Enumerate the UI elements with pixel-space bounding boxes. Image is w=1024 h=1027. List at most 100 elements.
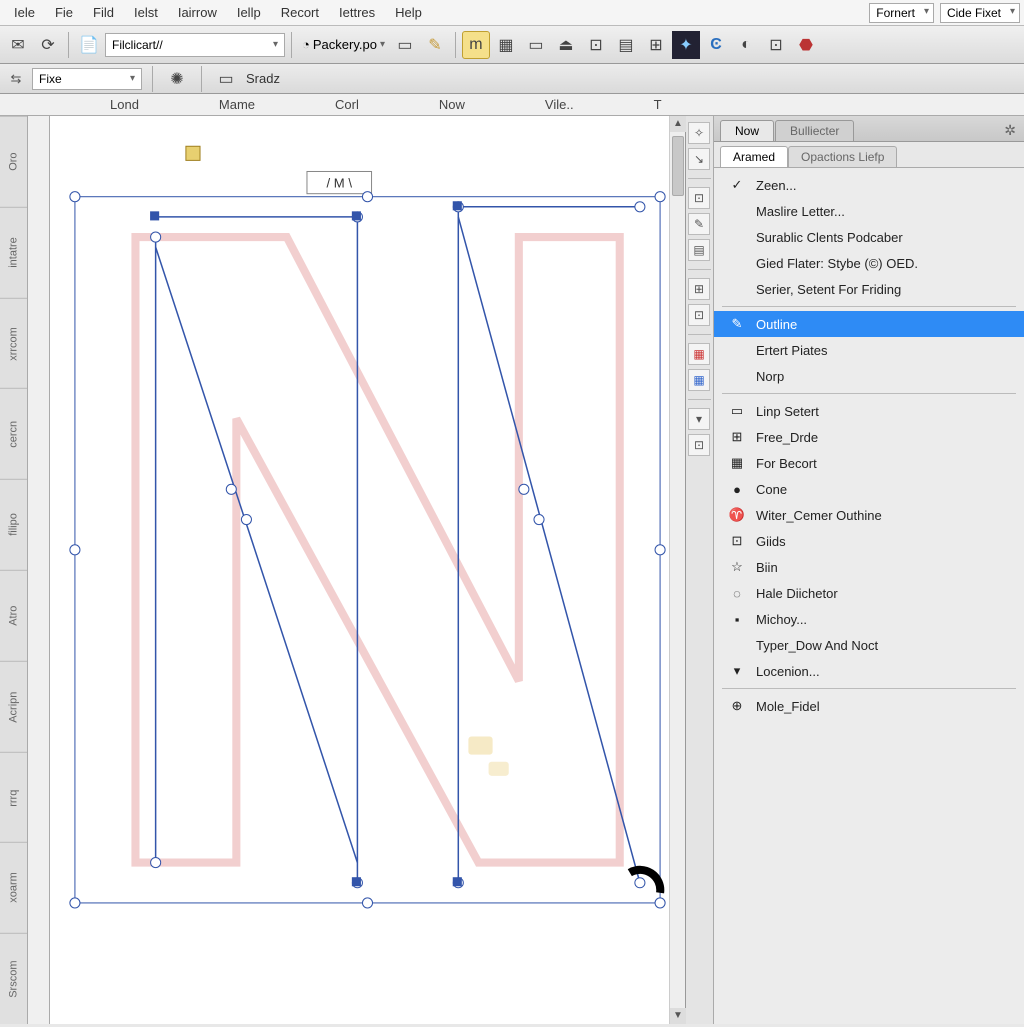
dark-icon[interactable]: ✦ bbox=[672, 31, 700, 59]
menu-item[interactable]: Iettres bbox=[329, 2, 385, 23]
menu-item[interactable]: Iellp bbox=[227, 2, 271, 23]
refresh-icon[interactable]: ⟳ bbox=[34, 31, 62, 59]
menu-item-label: Typer_Dow And Noct bbox=[756, 638, 1014, 653]
dock-icon[interactable]: ✧ bbox=[688, 122, 710, 144]
dock-icon[interactable]: ▦ bbox=[688, 369, 710, 391]
menu-item[interactable]: Gied Flater: Stybe (©) OED. bbox=[714, 250, 1024, 276]
menu-item[interactable]: ▪Michoy... bbox=[714, 606, 1024, 632]
icon-c[interactable]: ⊡ bbox=[762, 31, 790, 59]
menu-item-icon: ● bbox=[728, 482, 746, 497]
scroll-thumb[interactable] bbox=[672, 136, 684, 196]
menu-item[interactable]: ♈Witer_Cemer Outhine bbox=[714, 502, 1024, 528]
mode-combo[interactable]: Cide Fixet bbox=[940, 3, 1020, 23]
swap-icon[interactable]: ⇆ bbox=[6, 71, 26, 87]
dock-icon[interactable]: ↘ bbox=[688, 148, 710, 170]
menu-item[interactable]: Fie bbox=[45, 2, 83, 23]
menu-item[interactable]: ▦For Becort bbox=[714, 450, 1024, 476]
scroll-up-icon[interactable]: ▲ bbox=[670, 116, 686, 132]
drawing-canvas[interactable]: / M \ bbox=[50, 116, 685, 1024]
format-combo[interactable]: Fornert bbox=[869, 3, 934, 23]
dock-icon[interactable]: ▤ bbox=[688, 239, 710, 261]
fixe-combo[interactable]: Fixe bbox=[32, 68, 142, 90]
vtab[interactable]: xrrcom bbox=[0, 298, 27, 389]
vtab[interactable]: rrrq bbox=[0, 752, 27, 843]
panel-menu-icon[interactable]: ✲ bbox=[1002, 120, 1018, 141]
document-icon[interactable]: 📄 bbox=[75, 31, 103, 59]
icon-a[interactable]: ▤ bbox=[612, 31, 640, 59]
vtab[interactable]: intatre bbox=[0, 207, 27, 298]
menu-item[interactable]: ●Cone bbox=[714, 476, 1024, 502]
left-tab-strip: Oro intatre xrrcom cercn filipo Atro Acr… bbox=[0, 116, 28, 1024]
menu-item[interactable]: ⊕Mole_Fidel bbox=[714, 693, 1024, 719]
menu-item[interactable]: ◌Hale Diichetor bbox=[714, 580, 1024, 606]
vtab[interactable]: Oro bbox=[0, 116, 27, 207]
packery-dropdown[interactable]: ◔Packery.po▾ bbox=[298, 37, 389, 52]
menu-item[interactable]: ☆Biin bbox=[714, 554, 1024, 580]
menu-item[interactable]: ▭Linp Setert bbox=[714, 398, 1024, 424]
menu-item[interactable]: Iairrow bbox=[168, 2, 227, 23]
menu-item[interactable]: Fild bbox=[83, 2, 124, 23]
subtab-opactions[interactable]: Opactions Liefp bbox=[788, 146, 897, 167]
dock-icon[interactable]: ⊞ bbox=[688, 278, 710, 300]
right-panel: Now Bulliecter ✲ Aramed Opactions Liefp … bbox=[714, 116, 1024, 1024]
vtab[interactable]: cercn bbox=[0, 388, 27, 479]
dock-icon[interactable]: ✎ bbox=[688, 213, 710, 235]
scroll-down-icon[interactable]: ▼ bbox=[670, 1008, 686, 1024]
mail-icon[interactable]: ✉ bbox=[4, 31, 32, 59]
open-icon[interactable]: ⊡ bbox=[582, 31, 610, 59]
menu-item-label: Witer_Cemer Outhine bbox=[756, 508, 1014, 523]
tab-now[interactable]: Now bbox=[720, 120, 774, 141]
menu-item[interactable]: Typer_Dow And Noct bbox=[714, 632, 1024, 658]
menu-item-icon: ⊡ bbox=[728, 533, 746, 549]
dock-icon[interactable]: ⊡ bbox=[688, 434, 710, 456]
menu-item[interactable]: Serier, Setent For Friding bbox=[714, 276, 1024, 302]
dock-icon[interactable]: ▾ bbox=[688, 408, 710, 430]
address-combo[interactable]: Filclicart// bbox=[105, 33, 285, 57]
vtab[interactable]: filipo bbox=[0, 479, 27, 570]
subtab-aramed[interactable]: Aramed bbox=[720, 146, 788, 167]
menu-item-label: Hale Diichetor bbox=[756, 586, 1014, 601]
vtab[interactable]: Atro bbox=[0, 570, 27, 661]
c-icon[interactable]: Ͼ bbox=[702, 31, 730, 59]
m-icon[interactable]: m bbox=[462, 31, 490, 59]
dock-icon[interactable]: ⊡ bbox=[688, 187, 710, 209]
globe-icon[interactable]: ◐ bbox=[732, 31, 760, 59]
dock-icon[interactable]: ⊡ bbox=[688, 304, 710, 326]
menu-item[interactable]: ✓Zeen... bbox=[714, 172, 1024, 198]
menu-item[interactable]: Ertert Piates bbox=[714, 337, 1024, 363]
canvas-scrollbar[interactable]: ▲ ▼ bbox=[669, 116, 685, 1024]
vtab[interactable]: Acripn bbox=[0, 661, 27, 752]
eject-icon[interactable]: ⏏ bbox=[552, 31, 580, 59]
menu-item[interactable]: ✎Outline bbox=[714, 311, 1024, 337]
ruler-col: Lond bbox=[110, 97, 139, 112]
dock-icon[interactable]: ▦ bbox=[688, 343, 710, 365]
menu-item[interactable]: ▾Locenion... bbox=[714, 658, 1024, 684]
panel-sub-tabs: Aramed Opactions Liefp bbox=[714, 142, 1024, 168]
menu-item-label: Biin bbox=[756, 560, 1014, 575]
vtab[interactable]: xoarm bbox=[0, 842, 27, 933]
stop-icon[interactable]: ⬣ bbox=[792, 31, 820, 59]
burst-icon[interactable]: ✺ bbox=[163, 65, 191, 93]
table-icon[interactable]: ▦ bbox=[492, 31, 520, 59]
menu-item-label: Gied Flater: Stybe (©) OED. bbox=[756, 256, 1014, 271]
page-icon[interactable]: ▭ bbox=[391, 31, 419, 59]
icon-b[interactable]: ⊞ bbox=[642, 31, 670, 59]
new-icon[interactable]: ▭ bbox=[522, 31, 550, 59]
folder-icon[interactable]: ▭ bbox=[212, 65, 240, 93]
tab-bulliecter[interactable]: Bulliecter bbox=[775, 120, 854, 141]
menu-item[interactable]: Maslire Letter... bbox=[714, 198, 1024, 224]
menu-item[interactable]: ⊡ Giids bbox=[714, 528, 1024, 554]
pencil-icon[interactable]: ✎ bbox=[421, 31, 449, 59]
menu-item[interactable]: Surablic Clents Podcaber bbox=[714, 224, 1024, 250]
menu-item[interactable]: Iele bbox=[4, 2, 45, 23]
menu-item-label: Giids bbox=[756, 534, 1014, 549]
menu-item[interactable]: ⊞Free_Drde bbox=[714, 424, 1024, 450]
menu-item[interactable]: Recort bbox=[271, 2, 329, 23]
menu-item[interactable]: Norp bbox=[714, 363, 1024, 389]
menu-item-icon: ⊞ bbox=[728, 429, 746, 445]
vtab[interactable]: Srscom bbox=[0, 933, 27, 1024]
ruler-col: Corl bbox=[335, 97, 359, 112]
main-area: Oro intatre xrrcom cercn filipo Atro Acr… bbox=[0, 116, 1024, 1024]
menu-item[interactable]: Ielst bbox=[124, 2, 168, 23]
menu-item[interactable]: Help bbox=[385, 2, 432, 23]
